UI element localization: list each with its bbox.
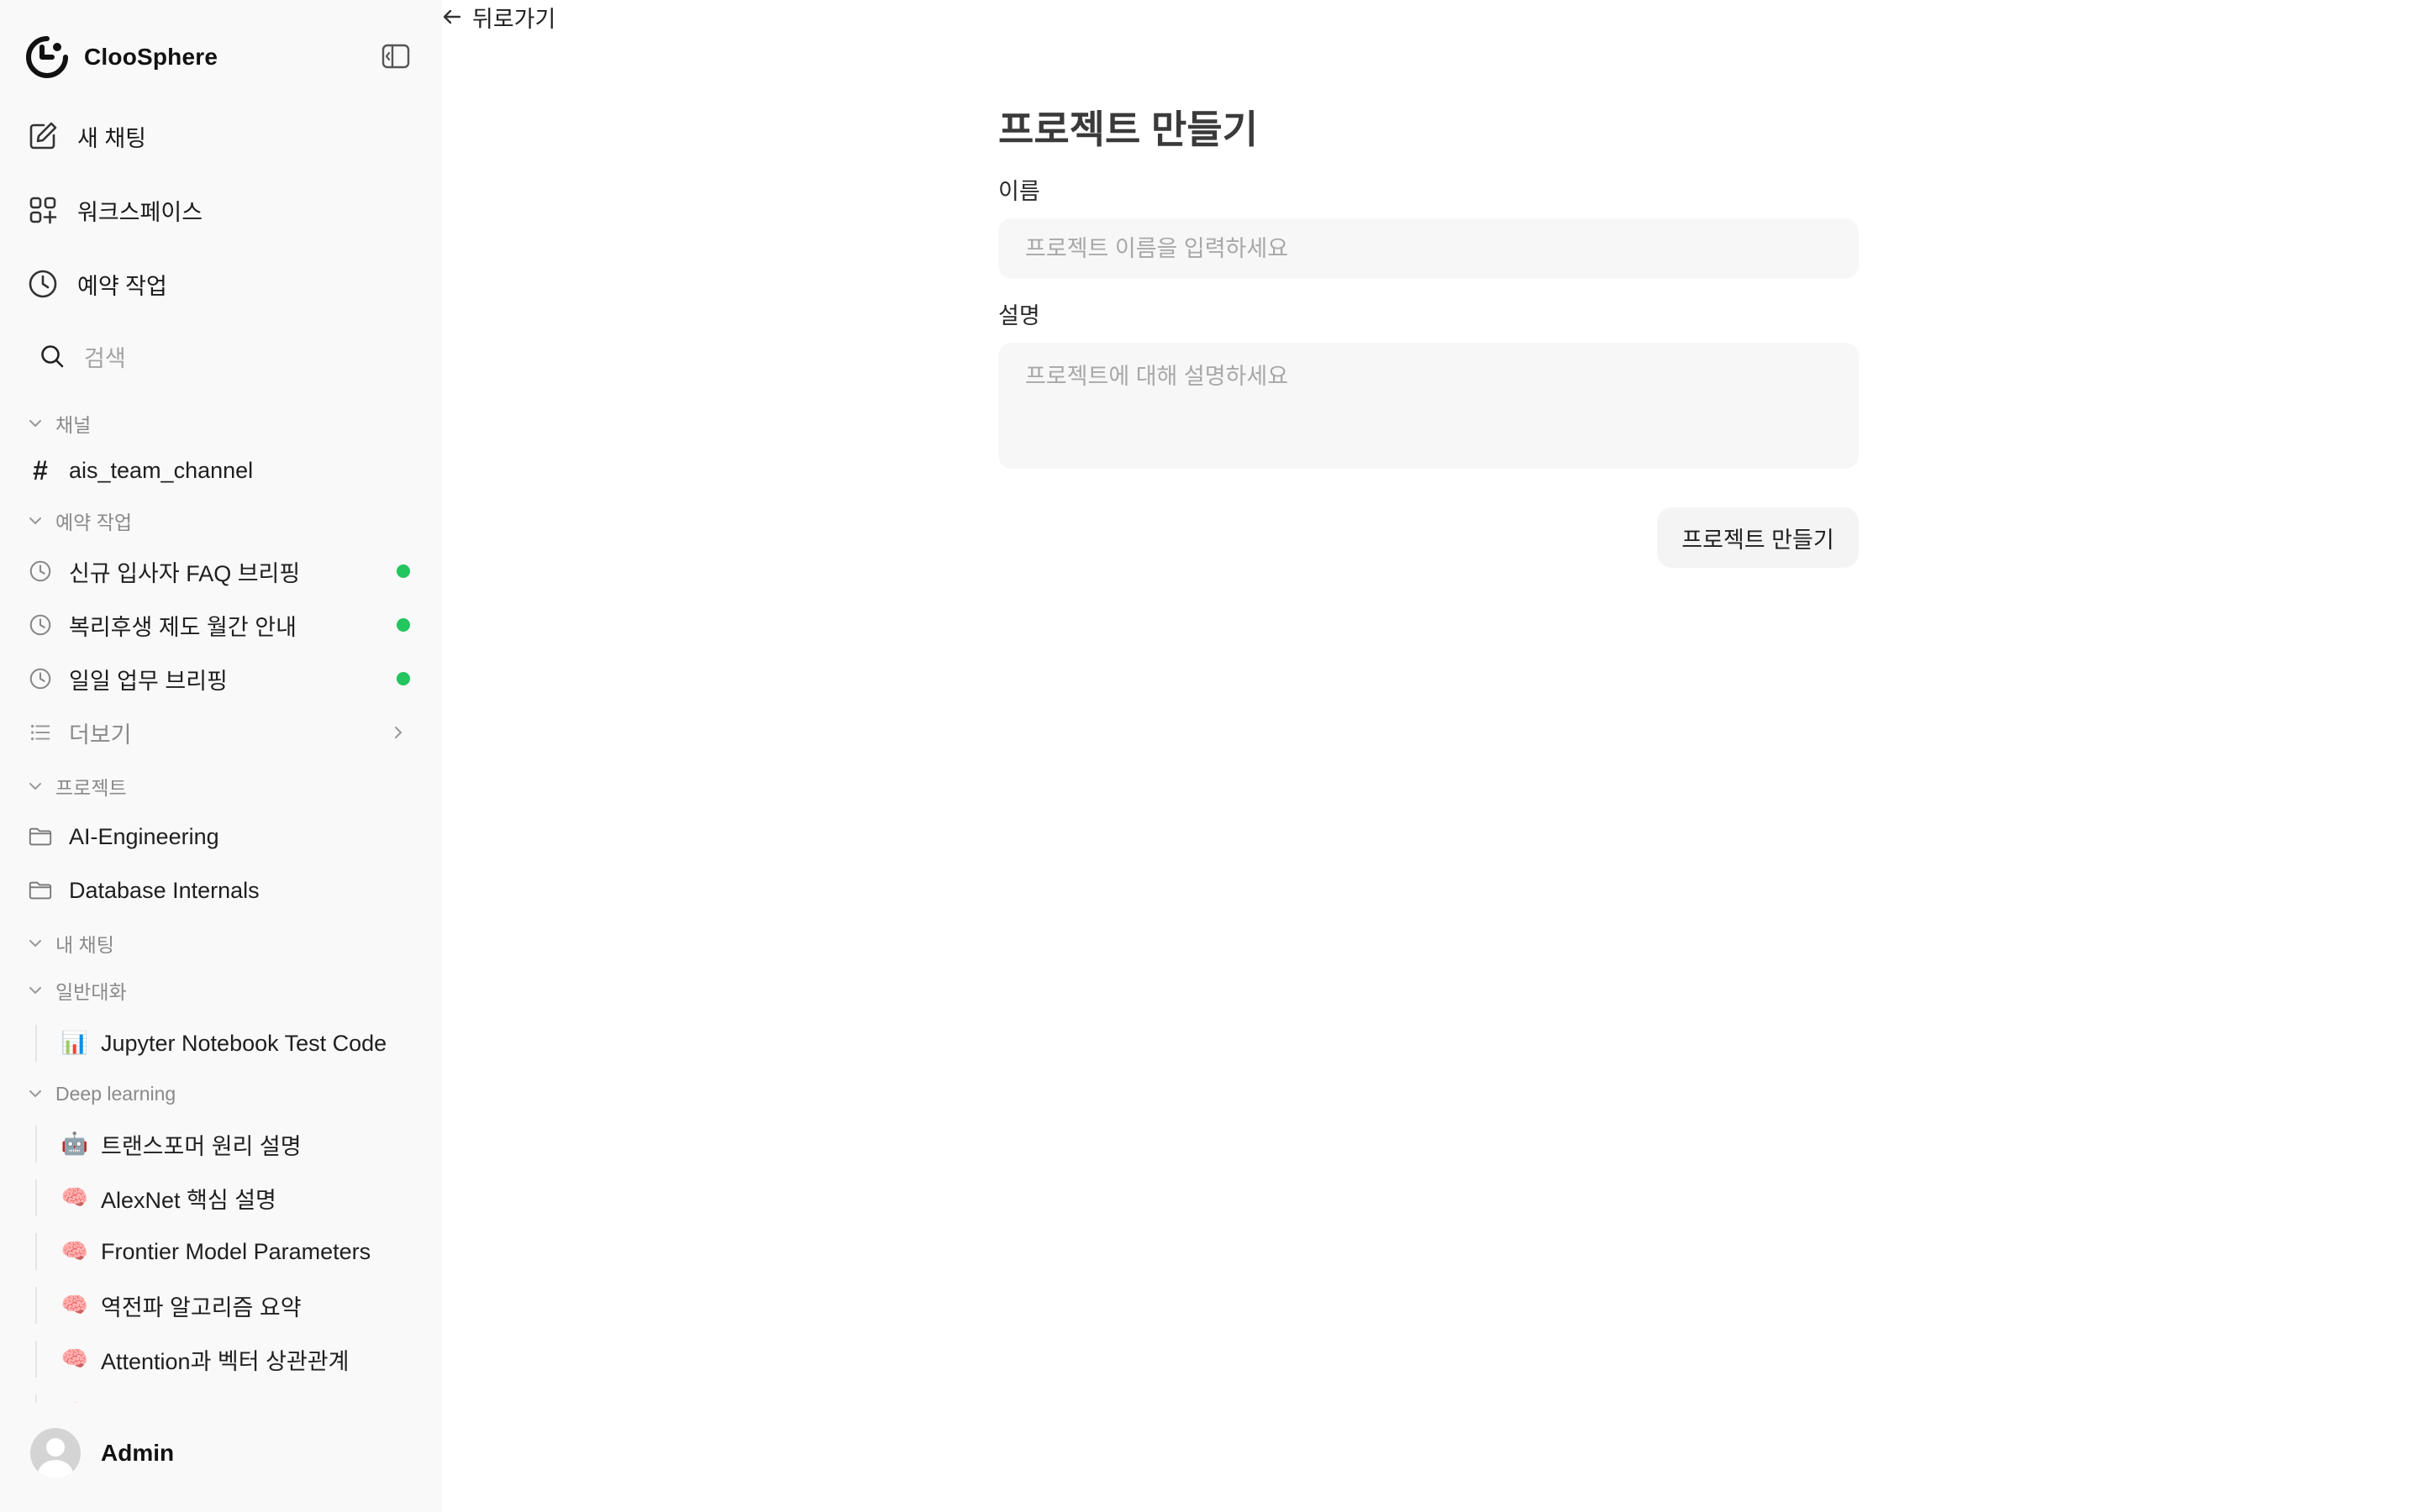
search-placeholder: 검색: [84, 345, 126, 371]
scheduled-task-label: 일일 업무 브리핑: [69, 668, 228, 694]
user-name: Admin: [101, 1440, 175, 1466]
channel-label: ais_team_channel: [69, 457, 254, 483]
clock-icon: [27, 612, 54, 638]
channel-item[interactable]: # ais_team_channel: [27, 452, 417, 489]
brand[interactable]: ClooSphere: [25, 35, 218, 79]
name-field-label: 이름: [998, 179, 1040, 204]
section-scheduled-label: 예약 작업: [55, 512, 133, 533]
folder-general-label: 일반대화: [55, 981, 127, 1003]
section-scheduled[interactable]: 예약 작업: [27, 507, 132, 534]
clock-icon: [27, 268, 59, 300]
section-channels-label: 채널: [55, 414, 92, 436]
section-projects-label: 프로젝트: [55, 777, 127, 799]
sidebar: ClooSphere 새 채팅 워크스페이스 예약 작업 검색 채널 # ais…: [0, 0, 442, 1512]
chevron-right-icon: [395, 727, 402, 738]
folder-icon: [27, 823, 54, 850]
section-my-chats[interactable]: 내 채팅: [27, 930, 114, 957]
brain-emoji-icon: 🧠: [60, 1185, 89, 1210]
scheduled-task-label: 신규 입사자 FAQ 브리핑: [69, 560, 301, 586]
brain-emoji-icon: 🧠: [60, 1347, 89, 1372]
list-icon: [27, 719, 54, 746]
active-status-dot: [397, 618, 410, 632]
folder-deep-learning[interactable]: Deep learning: [27, 1080, 176, 1107]
brain-emoji-icon: 🧠: [60, 1239, 89, 1264]
chat-title: Jupyter Notebook Test Code: [101, 1030, 387, 1056]
grid-plus-icon: [27, 194, 59, 226]
folder-general[interactable]: 일반대화: [27, 977, 127, 1004]
cloosphere-logo-icon: [26, 36, 68, 78]
chat-title: 트랜스포머 원리 설명: [101, 1133, 302, 1159]
scheduled-task-item[interactable]: 신규 입사자 FAQ 브리핑: [27, 553, 417, 590]
chat-item[interactable]: 🧠 Attention과 벡터 상관관계: [35, 1341, 410, 1378]
chevron-down-icon: [29, 987, 41, 994]
chevron-down-icon: [29, 517, 41, 524]
chat-item[interactable]: 📊 Jupyter Notebook Test Code: [35, 1025, 410, 1062]
project-description-input[interactable]: [998, 343, 1859, 469]
scheduled-task-label: 복리후생 제도 월간 안내: [69, 614, 297, 640]
clock-icon: [27, 558, 54, 585]
chevron-down-icon: [29, 940, 41, 947]
chevron-down-icon: [29, 783, 41, 790]
scheduled-task-item[interactable]: 일일 업무 브리핑: [27, 660, 417, 697]
scheduled-tasks-label: 예약 작업: [77, 273, 167, 299]
chat-title: Attention과 벡터 상관관계: [101, 1348, 350, 1374]
more-button[interactable]: 더보기: [27, 714, 417, 751]
project-name-input[interactable]: [998, 218, 1859, 279]
project-label: Database Internals: [69, 877, 260, 903]
clock-icon: [27, 665, 54, 692]
sidebar-search[interactable]: 검색: [39, 338, 126, 375]
folder-icon: [27, 877, 54, 904]
chat-item[interactable]: 🧠 AlexNet 핵심 설명: [35, 1179, 410, 1216]
project-item[interactable]: AI-Engineering: [27, 818, 417, 855]
section-projects[interactable]: 프로젝트: [27, 773, 127, 800]
workspace-label: 워크스페이스: [77, 199, 203, 225]
arrow-left-icon: [443, 9, 461, 24]
avatar: [30, 1428, 81, 1478]
folder-deep-learning-label: Deep learning: [55, 1082, 176, 1105]
edit-icon: [27, 120, 59, 152]
search-icon: [41, 345, 64, 368]
description-field-label: 설명: [998, 303, 1040, 328]
chevron-down-icon: [29, 420, 41, 427]
workspace-button[interactable]: 워크스페이스: [27, 190, 203, 230]
active-status-dot: [397, 672, 410, 685]
scheduled-tasks-button[interactable]: 예약 작업: [27, 264, 167, 304]
back-button[interactable]: 뒤로가기: [440, 2, 555, 32]
new-chat-label: 새 채팅: [77, 125, 147, 151]
more-label: 더보기: [69, 722, 132, 748]
section-my-chats-label: 내 채팅: [55, 934, 114, 956]
section-channels[interactable]: 채널: [27, 410, 91, 437]
new-chat-button[interactable]: 새 채팅: [27, 116, 146, 156]
chevron-down-icon: [29, 1090, 41, 1097]
chat-item[interactable]: 🧠 Frontier Model Parameters: [35, 1233, 410, 1270]
user-menu[interactable]: Admin: [30, 1428, 174, 1478]
scheduled-task-item[interactable]: 복리후생 제도 월간 안내: [27, 606, 417, 643]
chat-title: 역전파 알고리즘 요약: [101, 1294, 302, 1320]
project-item[interactable]: Database Internals: [27, 872, 417, 909]
page-title: 프로젝트 만들기: [998, 108, 1259, 151]
back-label: 뒤로가기: [472, 6, 556, 32]
hash-icon: #: [33, 454, 48, 486]
active-status-dot: [397, 564, 410, 578]
brain-emoji-icon: 🧠: [60, 1293, 89, 1318]
chat-item[interactable]: 🤖 트랜스포머 원리 설명: [35, 1126, 410, 1163]
chart-emoji-icon: 📊: [60, 1031, 89, 1056]
chat-title: Frontier Model Parameters: [101, 1238, 371, 1264]
chat-item[interactable]: 🧠 역전파 알고리즘 요약: [35, 1287, 410, 1324]
sidebar-toggle-icon[interactable]: [381, 44, 410, 69]
create-project-button[interactable]: 프로젝트 만들기: [1657, 507, 1859, 568]
app-name: ClooSphere: [84, 44, 218, 70]
robot-emoji-icon: 🤖: [60, 1131, 89, 1157]
project-label: AI-Engineering: [69, 823, 219, 849]
chat-title: AlexNet 핵심 설명: [101, 1187, 276, 1213]
